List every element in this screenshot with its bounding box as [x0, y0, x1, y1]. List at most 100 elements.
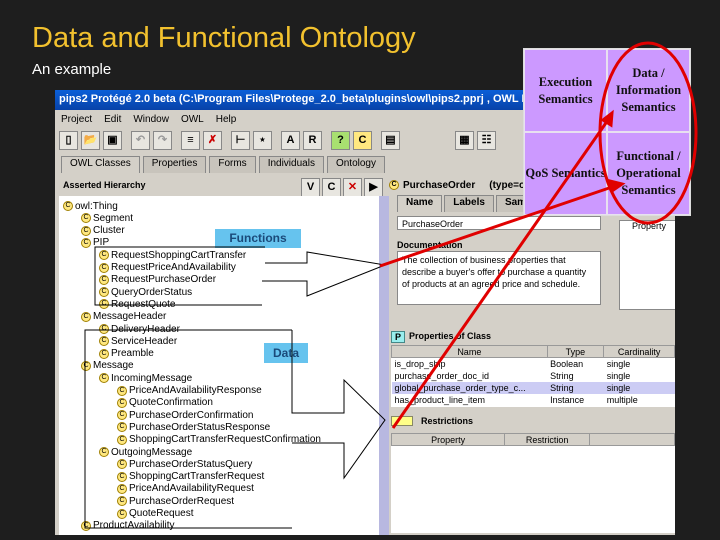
tree-item-label: QuoteRequest [129, 508, 194, 519]
tab-labels[interactable]: Labels [444, 195, 494, 212]
menu-owl[interactable]: OWL [181, 114, 204, 126]
functional-operational-semantics: Functional / Operational Semantics [607, 132, 690, 215]
property-cell: global_purchase_order_type_c... [394, 382, 526, 393]
property-cell: Boolean [550, 358, 584, 369]
col-cardinality[interactable]: Cardinality [603, 345, 675, 358]
property-row[interactable]: has_product_line_item Instance multiple [392, 394, 675, 406]
tree-item[interactable]: C IncomingMessage [99, 372, 192, 384]
class-icon: C [99, 287, 109, 298]
col-name[interactable]: Name [391, 345, 548, 358]
tree-item[interactable]: Cowl:Thing [63, 200, 118, 212]
tab-individuals[interactable]: Individuals [258, 156, 324, 173]
toolbar: ▯ 📂 ▣ ↶ ↷ ≡ ✗ ⊢ ⋆ A R ? C ▤ ▦ ☷ [59, 131, 496, 153]
expand-button[interactable]: ▶ [364, 178, 383, 197]
tree-item-label: PurchaseOrderConfirmation [129, 409, 254, 421]
class-icon: C [117, 508, 127, 519]
a-button[interactable]: A [281, 131, 300, 150]
tree-item[interactable]: C PurchaseOrderConfirmation [117, 409, 254, 421]
tree-item[interactable]: C RequestPurchaseOrder [99, 274, 216, 286]
tab-name[interactable]: Name [397, 195, 443, 212]
class-icon: C [117, 410, 127, 421]
tree-item[interactable]: C RequestQuote [99, 298, 176, 310]
class-icon: C [99, 250, 109, 261]
menu-edit[interactable]: Edit [104, 114, 121, 126]
tree-item[interactable]: C MessageHeader [81, 311, 166, 323]
tree-item-label: Cluster [93, 225, 125, 237]
create-button[interactable]: C [322, 178, 341, 197]
menu-project[interactable]: Project [61, 114, 92, 126]
tab-ontology[interactable]: Ontology [326, 156, 385, 173]
undo-icon[interactable]: ↶ [131, 131, 150, 150]
tree-item[interactable]: C PIP [81, 237, 109, 249]
property-row[interactable]: global_purchase_order_type_c... String sin… [391, 381, 675, 394]
properties-table: Name Type Cardinality is_drop_ship Boolean s… [391, 345, 675, 406]
tree-item[interactable]: C ShoppingCartTransferRequest [117, 471, 264, 483]
class-icon[interactable]: C [353, 131, 372, 150]
new-icon[interactable]: ▯ [59, 131, 78, 150]
tree-star-icon[interactable]: ⋆ [253, 131, 272, 150]
form-icon[interactable]: ☷ [477, 131, 496, 150]
tab-forms[interactable]: Forms [209, 156, 256, 173]
property-cell: Instance [550, 394, 585, 405]
tree-item[interactable]: C DeliveryHeader [99, 323, 180, 335]
tree-item[interactable]: C Cluster [81, 225, 125, 237]
doc-icon[interactable]: ▤ [381, 131, 400, 150]
class-icon: C [117, 434, 127, 445]
class-name: PurchaseOrder [403, 180, 476, 191]
tree-item[interactable]: C RequestShoppingCartTransfer [99, 249, 246, 261]
open-icon[interactable]: 📂 [81, 131, 100, 150]
class-icon: C [117, 483, 127, 494]
tree-item[interactable]: C QuoteConfirmation [117, 397, 213, 409]
save-icon[interactable]: ▣ [103, 131, 122, 150]
view-button[interactable]: V [301, 178, 320, 197]
property-cell: String [550, 382, 574, 393]
tree-item[interactable]: C RequestPriceAndAvailability [99, 262, 236, 274]
tree-item[interactable]: C QueryOrderStatus [99, 286, 192, 298]
tab-properties[interactable]: Properties [142, 156, 207, 173]
table-icon[interactable]: ▦ [455, 131, 474, 150]
semantics-grid: Execution Semantics Data / Information S… [523, 48, 691, 216]
property-row[interactable]: is_drop_ship Boolean single [392, 358, 675, 370]
tree-item-label: OutgoingMessage [111, 446, 193, 458]
class-icon: C [81, 520, 91, 531]
tree-item-label: Segment [93, 212, 134, 224]
class-icon: C [99, 348, 109, 359]
tree-item[interactable]: C ShoppingCartTransferRequestConfirmation [117, 434, 321, 446]
tree-icon[interactable]: ⊢ [231, 131, 250, 150]
tree-item[interactable]: C QuoteRequest [117, 508, 194, 520]
tree-buttons: V C ✕ ▶ [301, 178, 383, 197]
col-restriction[interactable]: Restriction [504, 433, 591, 446]
documentation-field[interactable]: The collection of business properties th… [397, 251, 601, 305]
data-information-semantics: Data / Information Semantics [607, 49, 690, 132]
property-cell: purchase_order_doc_id [394, 370, 490, 381]
tab-owl-classes[interactable]: OWL Classes [61, 156, 140, 173]
property-row[interactable]: purchase_order_doc_id String single [392, 370, 675, 382]
tree-item[interactable]: C PriceAndAvailabilityRequest [117, 483, 254, 495]
tree-item[interactable]: C PurchaseOrderStatusQuery [117, 458, 252, 470]
tree-item-label: PurchaseOrderStatusQuery [129, 458, 253, 470]
menu-window[interactable]: Window [133, 114, 169, 126]
menu-help[interactable]: Help [216, 114, 237, 126]
restrictions-title: Restrictions [421, 416, 474, 426]
col-type[interactable]: Type [546, 345, 605, 358]
check-icon[interactable]: ? [331, 131, 350, 150]
tree-item[interactable]: C OutgoingMessage [99, 446, 192, 458]
col-property[interactable]: Property [390, 433, 506, 446]
tree-item[interactable]: C PriceAndAvailabilityResponse [117, 385, 262, 397]
name-field[interactable]: PurchaseOrder [397, 216, 601, 230]
tree-item-label: QueryOrderStatus [111, 286, 193, 298]
properties-icon: P [391, 331, 406, 343]
tree-item[interactable]: C Message [81, 360, 134, 372]
hierarchy-icon[interactable]: ≡ [181, 131, 200, 150]
tree-item[interactable]: C ProductAvailability [81, 520, 175, 532]
tree-item[interactable]: C PurchaseOrderRequest [117, 495, 234, 507]
delete-hierarchy-icon[interactable]: ✗ [203, 131, 222, 150]
class-icon: C [81, 360, 91, 371]
tree-item[interactable]: C Segment [81, 212, 133, 224]
redo-icon[interactable]: ↷ [153, 131, 172, 150]
delete-button[interactable]: ✕ [343, 178, 362, 197]
tree-item[interactable]: C ServiceHeader [99, 335, 177, 347]
tree-item[interactable]: C PurchaseOrderStatusResponse [117, 421, 270, 433]
r-button[interactable]: R [303, 131, 322, 150]
tree-item[interactable]: C Preamble [99, 348, 154, 360]
